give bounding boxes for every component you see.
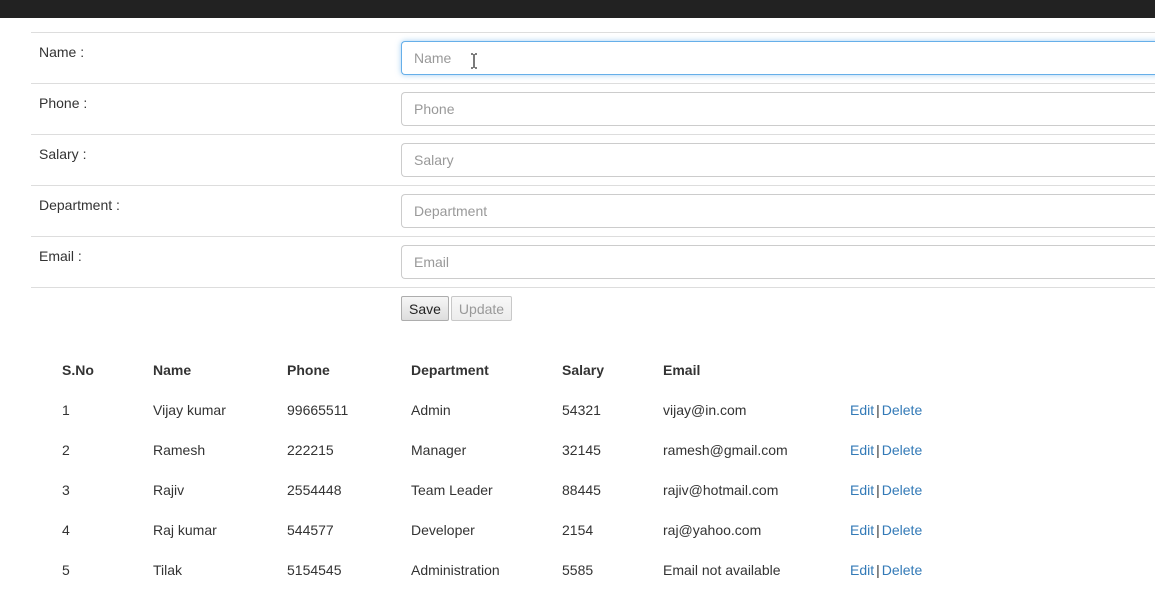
cell-sno: 2: [54, 430, 145, 470]
edit-link[interactable]: Edit: [850, 482, 874, 498]
table-row: 4 Raj kumar 544577 Developer 2154 raj@ya…: [54, 510, 978, 550]
cell-email: ramesh@gmail.com: [655, 430, 842, 470]
table-row: 1 Vijay kumar 99665511 Admin 54321 vijay…: [54, 390, 978, 430]
employee-form: Name : Phone : Salary : Department : Ema…: [31, 32, 1155, 288]
table-header-row: S.No Name Phone Department Salary Email: [54, 350, 978, 390]
action-separator: |: [874, 442, 882, 458]
header-name: Name: [145, 350, 279, 390]
cell-department: Administration: [403, 550, 554, 590]
department-label: Department :: [39, 197, 120, 213]
cell-phone: 2554448: [279, 470, 403, 510]
table-row: 2 Ramesh 222215 Manager 32145 ramesh@gma…: [54, 430, 978, 470]
edit-link[interactable]: Edit: [850, 442, 874, 458]
header-email: Email: [655, 350, 842, 390]
phone-row: Phone :: [31, 83, 1155, 134]
cell-salary: 54321: [554, 390, 655, 430]
cell-phone: 222215: [279, 430, 403, 470]
phone-label: Phone :: [39, 95, 87, 111]
delete-link[interactable]: Delete: [882, 482, 922, 498]
name-row: Name :: [31, 32, 1155, 83]
cell-email: rajiv@hotmail.com: [655, 470, 842, 510]
cell-salary: 32145: [554, 430, 655, 470]
phone-input[interactable]: [401, 92, 1155, 126]
cell-sno: 3: [54, 470, 145, 510]
cell-actions: Edit|Delete: [842, 430, 978, 470]
delete-link[interactable]: Delete: [882, 402, 922, 418]
delete-link[interactable]: Delete: [882, 442, 922, 458]
cell-department: Admin: [403, 390, 554, 430]
cell-phone: 5154545: [279, 550, 403, 590]
cell-actions: Edit|Delete: [842, 470, 978, 510]
cell-name: Vijay kumar: [145, 390, 279, 430]
email-label: Email :: [39, 248, 82, 264]
header-sno: S.No: [54, 350, 145, 390]
action-separator: |: [874, 482, 882, 498]
employee-table: S.No Name Phone Department Salary Email …: [54, 350, 978, 590]
cell-email: raj@yahoo.com: [655, 510, 842, 550]
edit-link[interactable]: Edit: [850, 402, 874, 418]
department-row: Department :: [31, 185, 1155, 236]
form-buttons: SaveUpdate: [401, 296, 514, 321]
delete-link[interactable]: Delete: [882, 522, 922, 538]
edit-link[interactable]: Edit: [850, 562, 874, 578]
action-separator: |: [874, 522, 882, 538]
cell-salary: 88445: [554, 470, 655, 510]
save-button[interactable]: Save: [401, 296, 449, 321]
name-input[interactable]: [401, 41, 1155, 75]
cell-name: Ramesh: [145, 430, 279, 470]
cell-actions: Edit|Delete: [842, 510, 978, 550]
header-phone: Phone: [279, 350, 403, 390]
delete-link[interactable]: Delete: [882, 562, 922, 578]
cell-actions: Edit|Delete: [842, 550, 978, 590]
name-label: Name :: [39, 44, 84, 60]
table-row: 5 Tilak 5154545 Administration 5585 Emai…: [54, 550, 978, 590]
action-separator: |: [874, 402, 882, 418]
cell-email: Email not available: [655, 550, 842, 590]
email-input[interactable]: [401, 245, 1155, 279]
action-separator: |: [874, 562, 882, 578]
department-input[interactable]: [401, 194, 1155, 228]
cell-sno: 1: [54, 390, 145, 430]
cell-department: Developer: [403, 510, 554, 550]
email-row: Email :: [31, 236, 1155, 288]
cell-sno: 5: [54, 550, 145, 590]
cell-name: Raj kumar: [145, 510, 279, 550]
top-bar: [0, 0, 1155, 18]
salary-input[interactable]: [401, 143, 1155, 177]
text-cursor-icon: [470, 53, 478, 69]
cell-salary: 2154: [554, 510, 655, 550]
table-row: 3 Rajiv 2554448 Team Leader 88445 rajiv@…: [54, 470, 978, 510]
cell-department: Manager: [403, 430, 554, 470]
salary-row: Salary :: [31, 134, 1155, 185]
header-salary: Salary: [554, 350, 655, 390]
cell-name: Tilak: [145, 550, 279, 590]
cell-actions: Edit|Delete: [842, 390, 978, 430]
cell-sno: 4: [54, 510, 145, 550]
cell-name: Rajiv: [145, 470, 279, 510]
edit-link[interactable]: Edit: [850, 522, 874, 538]
update-button[interactable]: Update: [451, 296, 512, 321]
cell-phone: 99665511: [279, 390, 403, 430]
cell-email: vijay@in.com: [655, 390, 842, 430]
salary-label: Salary :: [39, 146, 86, 162]
header-actions: [842, 350, 978, 390]
cell-department: Team Leader: [403, 470, 554, 510]
header-department: Department: [403, 350, 554, 390]
cell-salary: 5585: [554, 550, 655, 590]
cell-phone: 544577: [279, 510, 403, 550]
